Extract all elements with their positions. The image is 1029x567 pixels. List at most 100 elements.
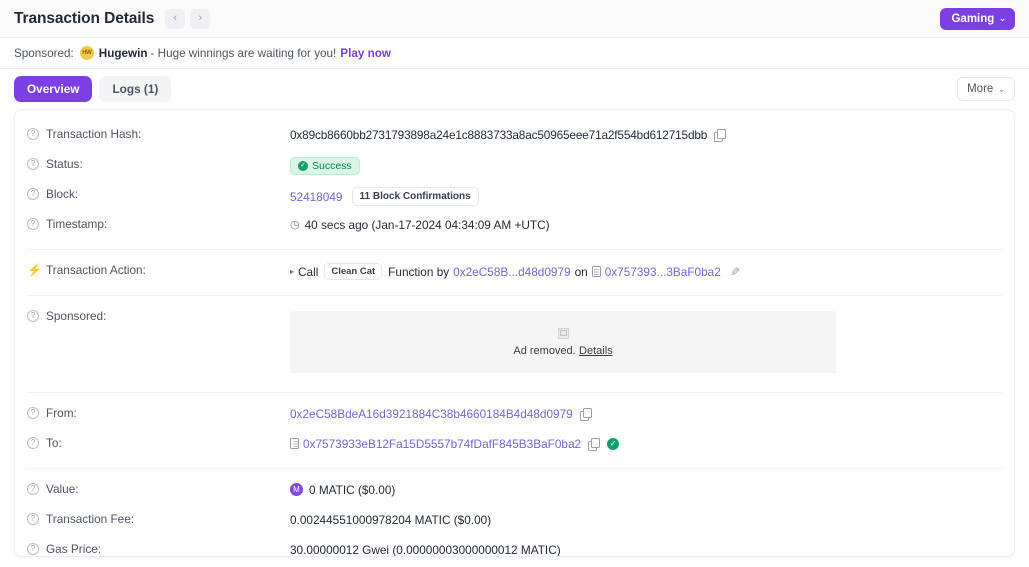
page-title: Transaction Details bbox=[14, 9, 155, 27]
from-label-group: ? From: bbox=[27, 399, 290, 420]
play-now-link[interactable]: Play now bbox=[340, 47, 391, 60]
transaction-action-value-group: ▸ Call Clean Cat Function by 0x2eC58B...… bbox=[290, 256, 1002, 280]
contract-document-icon bbox=[290, 438, 299, 449]
ad-placeholder-box: Ad removed. Details bbox=[290, 311, 836, 373]
row-transaction-hash: ? Transaction Hash: 0x89cb8660bb27317938… bbox=[15, 120, 1014, 150]
sponsored-label: Sponsored: bbox=[14, 46, 74, 60]
transaction-hash-label-group: ? Transaction Hash: bbox=[27, 120, 290, 141]
help-icon[interactable]: ? bbox=[27, 310, 39, 322]
to-label: To: bbox=[46, 436, 62, 450]
to-value-group: 0x7573933eB12Fa15D5557b74fDafF845B3BaF0b… bbox=[290, 429, 1002, 451]
action-caller-address-link[interactable]: 0x2eC58B...d48d0979 bbox=[453, 265, 570, 279]
help-icon[interactable]: ? bbox=[27, 437, 39, 449]
to-label-group: ? To: bbox=[27, 429, 290, 450]
ad-removed-text: Ad removed. bbox=[513, 344, 576, 357]
help-icon[interactable]: ? bbox=[27, 513, 39, 525]
row-status: ? Status: ✓ Success bbox=[15, 150, 1014, 180]
action-contract-address-link[interactable]: 0x757393...3BaF0ba2 bbox=[605, 265, 721, 279]
row-transaction-action: ⚡ Transaction Action: ▸ Call Clean Cat F… bbox=[15, 256, 1014, 286]
ad-details-link[interactable]: Details bbox=[579, 345, 613, 357]
from-value-group: 0x2eC58BdeA16d3921884C38b4660184B4d48d09… bbox=[290, 399, 1002, 421]
timestamp-label: Timestamp: bbox=[46, 217, 108, 231]
transaction-fee-label: Transaction Fee: bbox=[46, 512, 135, 526]
help-icon[interactable]: ? bbox=[27, 128, 39, 140]
help-icon[interactable]: ? bbox=[27, 483, 39, 495]
divider bbox=[27, 392, 1002, 393]
row-transaction-fee: ? Transaction Fee: 0.00244551000978204 M… bbox=[15, 505, 1014, 535]
next-transaction-button[interactable]: › bbox=[190, 8, 211, 29]
divider bbox=[27, 468, 1002, 469]
sponsor-brand-name: Hugewin bbox=[98, 46, 148, 60]
value-amount: 0 MATIC ($0.00) bbox=[309, 482, 396, 497]
more-dropdown-button[interactable]: More ⌄ bbox=[957, 77, 1015, 101]
value-value-group: M 0 MATIC ($0.00) bbox=[290, 475, 1002, 497]
action-function-by-text: Function by bbox=[388, 264, 450, 279]
broken-image-icon bbox=[557, 327, 569, 339]
transaction-details-page: Transaction Details ‹ › Gaming ⌄ Sponsor… bbox=[0, 0, 1029, 567]
timestamp-value: 40 secs ago (Jan-17-2024 04:34:09 AM +UT… bbox=[304, 217, 550, 232]
help-icon[interactable]: ? bbox=[27, 407, 39, 419]
row-sponsored-ad: ? Sponsored: Ad removed. Details bbox=[15, 302, 1014, 378]
transaction-action-label-group: ⚡ Transaction Action: bbox=[27, 256, 290, 277]
to-address-link[interactable]: 0x7573933eB12Fa15D5557b74fDafF845B3BaF0b… bbox=[303, 437, 581, 451]
transaction-action-label: Transaction Action: bbox=[46, 263, 146, 277]
status-label: Status: bbox=[46, 157, 83, 171]
block-label: Block: bbox=[46, 187, 79, 201]
gas-price-label-group: ? Gas Price: bbox=[27, 535, 290, 556]
from-address-link[interactable]: 0x2eC58BdeA16d3921884C38b4660184B4d48d09… bbox=[290, 407, 573, 421]
status-value-group: ✓ Success bbox=[290, 150, 1002, 175]
block-number-link[interactable]: 52418049 bbox=[290, 190, 343, 204]
hugewin-logo-icon: HW bbox=[79, 46, 94, 60]
value-label: Value: bbox=[46, 482, 79, 496]
help-icon[interactable]: ? bbox=[27, 158, 39, 170]
transaction-hash-value: 0x89cb8660bb2731793898a24e1c8883733a8ac5… bbox=[290, 127, 708, 142]
block-label-group: ? Block: bbox=[27, 180, 290, 201]
gaming-dropdown-button[interactable]: Gaming ⌄ bbox=[940, 7, 1015, 30]
transaction-overview-card: ? Transaction Hash: 0x89cb8660bb27317938… bbox=[14, 109, 1015, 557]
copy-icon[interactable] bbox=[714, 129, 727, 142]
row-block: ? Block: 52418049 11 Block Confirmations bbox=[15, 180, 1014, 210]
row-to: ? To: 0x7573933eB12Fa15D5557b74fDafF845B… bbox=[15, 429, 1014, 459]
ad-removed-text-group: Ad removed. Details bbox=[513, 343, 612, 357]
row-from: ? From: 0x2eC58BdeA16d3921884C38b4660184… bbox=[15, 399, 1014, 429]
edit-pencil-icon[interactable]: ✎ bbox=[730, 265, 740, 279]
action-on-word: on bbox=[574, 264, 588, 279]
nav-arrows: ‹ › bbox=[165, 8, 211, 29]
sponsor-message: - Huge winnings are waiting for you! bbox=[150, 46, 337, 60]
row-value: ? Value: M 0 MATIC ($0.00) bbox=[15, 475, 1014, 505]
divider bbox=[27, 249, 1002, 250]
prev-transaction-button[interactable]: ‹ bbox=[165, 8, 186, 29]
gas-price-value: 30.00000012 Gwei (0.00000003000000012 MA… bbox=[290, 542, 561, 557]
from-label: From: bbox=[46, 406, 77, 420]
verified-contract-icon: ✓ bbox=[607, 437, 620, 450]
caret-right-icon: ▸ bbox=[290, 267, 295, 276]
gas-price-value-group: 30.00000012 Gwei (0.00000003000000012 MA… bbox=[290, 535, 1002, 557]
sponsored-ad-value-group: Ad removed. Details bbox=[290, 302, 1002, 373]
check-circle-icon: ✓ bbox=[298, 161, 308, 171]
page-header: Transaction Details ‹ › Gaming ⌄ bbox=[0, 0, 1029, 38]
help-icon[interactable]: ? bbox=[27, 218, 39, 230]
help-icon[interactable]: ? bbox=[27, 543, 39, 555]
transaction-fee-value: 0.00244551000978204 MATIC ($0.00) bbox=[290, 512, 492, 527]
copy-icon[interactable] bbox=[588, 438, 601, 451]
status-text: Success bbox=[312, 160, 352, 172]
copy-icon[interactable] bbox=[579, 408, 592, 421]
block-confirmations-badge: 11 Block Confirmations bbox=[351, 187, 479, 206]
status-badge: ✓ Success bbox=[290, 157, 360, 175]
contract-document-icon bbox=[591, 266, 601, 277]
clock-icon: ◷ bbox=[290, 219, 300, 231]
sponsored-banner: Sponsored: HW Hugewin - Huge winnings ar… bbox=[0, 38, 1029, 69]
transaction-fee-label-group: ? Transaction Fee: bbox=[27, 505, 290, 526]
transaction-hash-value-group: 0x89cb8660bb2731793898a24e1c8883733a8ac5… bbox=[290, 120, 1002, 142]
sponsored-ad-label: Sponsored: bbox=[46, 309, 107, 323]
help-icon[interactable]: ? bbox=[27, 188, 39, 200]
gaming-label: Gaming bbox=[951, 12, 995, 25]
transaction-fee-value-group: 0.00244551000978204 MATIC ($0.00) bbox=[290, 505, 1002, 527]
block-value-group: 52418049 11 Block Confirmations bbox=[290, 180, 1002, 206]
chevron-down-icon: ⌄ bbox=[999, 14, 1006, 23]
tab-overview[interactable]: Overview bbox=[14, 76, 93, 102]
more-label: More bbox=[967, 83, 994, 95]
chevron-down-icon: ⌄ bbox=[998, 84, 1005, 94]
action-method-chip: Clean Cat bbox=[324, 263, 383, 280]
tab-logs[interactable]: Logs (1) bbox=[99, 76, 172, 102]
